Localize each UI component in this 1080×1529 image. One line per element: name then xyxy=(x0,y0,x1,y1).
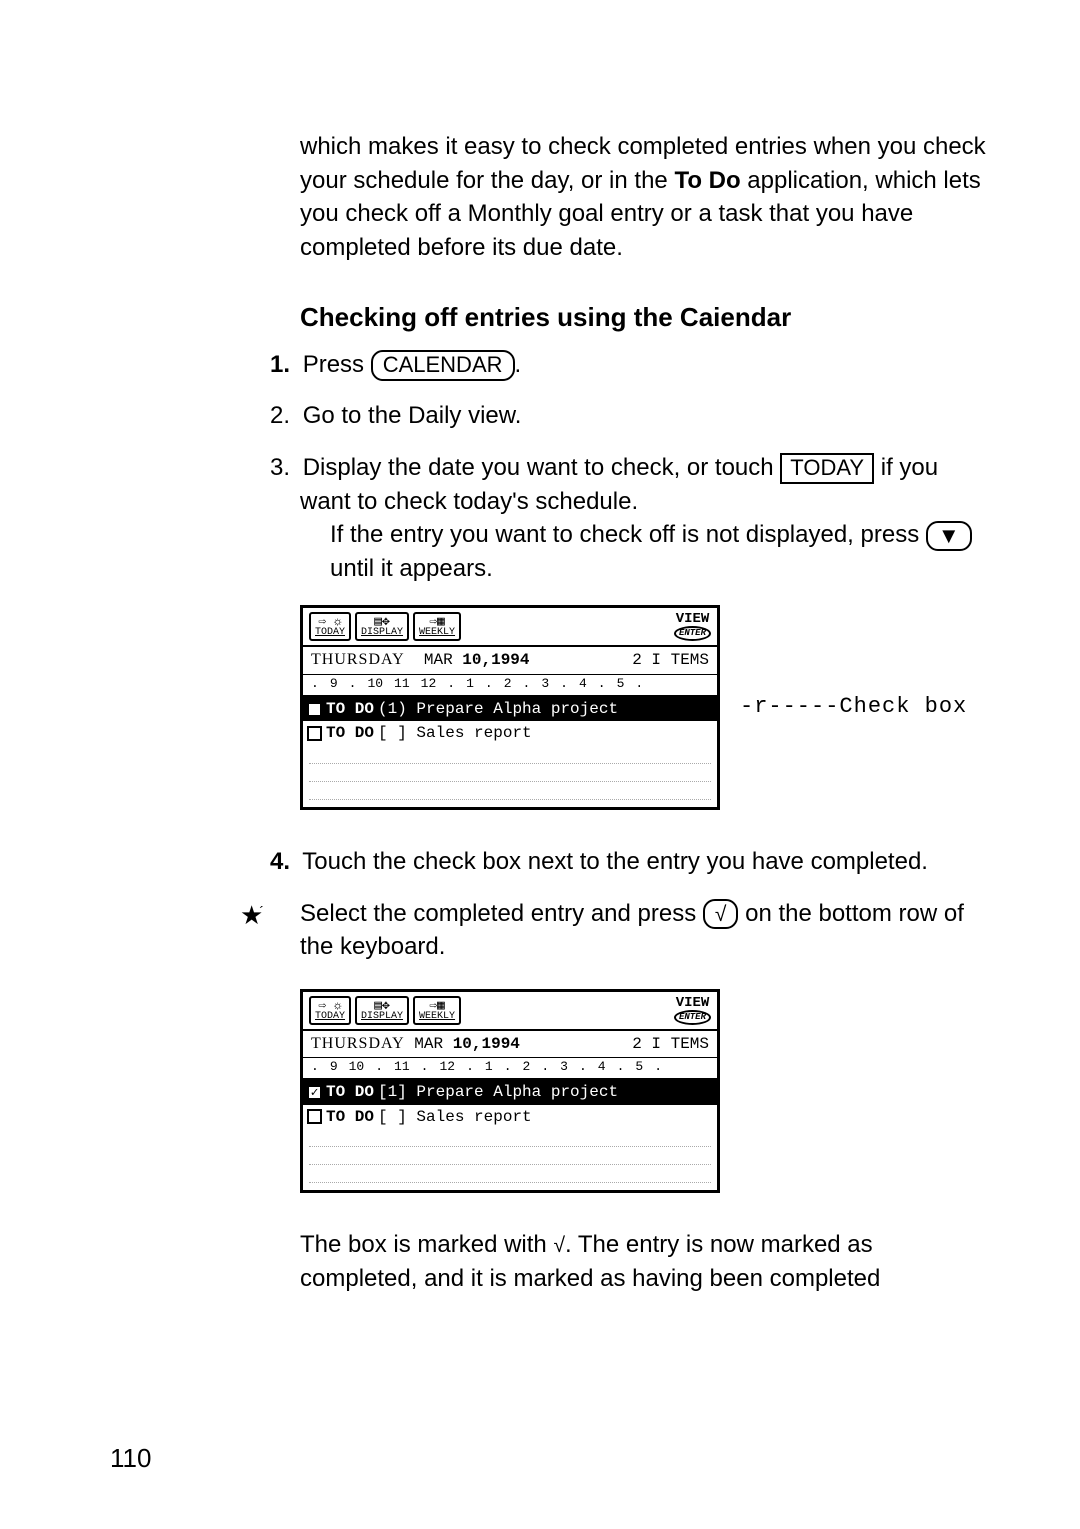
empty-row xyxy=(309,1147,711,1165)
items-count: 2 I TEMS xyxy=(632,1033,709,1055)
step-4-text: Touch the check box next to the entry yo… xyxy=(302,848,928,875)
time-scale: .9.101112.1.2.3.4.5. xyxy=(303,675,717,697)
screen-body: ✓ TO DO [1] Prepare Alpha project TO DO … xyxy=(303,1080,717,1190)
page-number: 110 xyxy=(110,1443,151,1474)
step-1-num: 1. xyxy=(270,351,296,378)
weekly-button[interactable]: ⇨▦WEEKLY xyxy=(413,612,461,641)
step-1-a: Press xyxy=(303,351,371,378)
empty-row xyxy=(309,782,711,800)
todo-label: TO DO xyxy=(326,1081,374,1103)
today-key: TODAY xyxy=(780,453,874,483)
display-button[interactable]: ▤✥DISPLAY xyxy=(355,612,409,641)
time-scale: .910.11.12.1.2.3.4.5. xyxy=(303,1058,717,1080)
todo-text: [ ] Sales report xyxy=(378,1106,532,1128)
step-3-c: If the entry you want to check off is no… xyxy=(330,521,926,548)
check-key: √ xyxy=(703,899,739,929)
todo-row-1[interactable]: ✓ TO DO [1] Prepare Alpha project xyxy=(303,1080,717,1104)
empty-row xyxy=(309,764,711,782)
empty-row xyxy=(309,746,711,764)
step-2-num: 2. xyxy=(270,402,296,429)
date-year: 10,1994 xyxy=(453,1035,520,1053)
closing-a: The box is marked with xyxy=(300,1231,553,1258)
todo-text: (1) Prepare Alpha project xyxy=(378,698,618,720)
calendar-key: CALENDAR xyxy=(371,350,515,380)
device-screen-1: ⇨ ☼TODAY ▤✥DISPLAY ⇨▦WEEKLY VIEWENTER TH… xyxy=(300,605,720,810)
todo-label: TO DO xyxy=(326,722,374,744)
toolbar: ⇨ ☼TODAY ▤✥DISPLAY ⇨▦WEEKLY VIEWENTER xyxy=(303,992,717,1031)
step-1: 1. Press CALENDAR. xyxy=(300,348,990,382)
date-year: 10,1994 xyxy=(462,651,529,669)
star-icon: ★´ xyxy=(240,897,272,964)
weekly-button[interactable]: ⇨▦WEEKLY xyxy=(413,996,461,1025)
screen-body: TO DO (1) Prepare Alpha project TO DO [ … xyxy=(303,697,717,807)
todo-row-1[interactable]: TO DO (1) Prepare Alpha project xyxy=(303,697,717,721)
star-a: Select the completed entry and press xyxy=(300,900,703,927)
todo-label: TO DO xyxy=(326,1106,374,1128)
screen-header: THURSDAY MAR 10,1994 2 I TEMS xyxy=(303,647,717,674)
checkbox-1-checked[interactable]: ✓ xyxy=(307,1085,322,1100)
today-button[interactable]: ⇨ ☼TODAY xyxy=(309,996,351,1025)
step-3-num: 3. xyxy=(270,454,296,481)
weekday: THURSDAY xyxy=(311,651,405,668)
todo-label: TO DO xyxy=(326,698,374,720)
intro-paragraph: which makes it easy to check completed e… xyxy=(300,130,990,264)
display-button[interactable]: ▤✥DISPLAY xyxy=(355,996,409,1025)
month: MAR xyxy=(424,651,453,669)
screen-header: THURSDAY MAR 10,1994 2 I TEMS xyxy=(303,1031,717,1058)
todo-text: [ ] Sales report xyxy=(378,722,532,744)
step-3-d: until it appears. xyxy=(330,555,493,582)
toolbar: ⇨ ☼TODAY ▤✥DISPLAY ⇨▦WEEKLY VIEWENTER xyxy=(303,608,717,647)
step-1-b: . xyxy=(515,351,522,378)
step-3: 3. Display the date you want to check, o… xyxy=(300,451,990,585)
intro-bold: To Do xyxy=(674,167,740,194)
step-3-a: Display the date you want to check, or t… xyxy=(303,454,781,481)
checkbox-1[interactable] xyxy=(307,702,322,717)
weekday: THURSDAY xyxy=(311,1035,405,1052)
today-button[interactable]: ⇨ ☼TODAY xyxy=(309,612,351,641)
screenshot-1-wrapper: ⇨ ☼TODAY ▤✥DISPLAY ⇨▦WEEKLY VIEWENTER TH… xyxy=(300,605,990,810)
screenshot-2-wrapper: ⇨ ☼TODAY ▤✥DISPLAY ⇨▦WEEKLY VIEWENTER TH… xyxy=(300,989,990,1194)
closing-paragraph: The box is marked with √. The entry is n… xyxy=(300,1228,990,1295)
step-2: 2. Go to the Daily view. xyxy=(300,399,990,433)
month: MAR xyxy=(414,1035,443,1053)
check-mark: √ xyxy=(553,1234,565,1257)
todo-row-2[interactable]: TO DO [ ] Sales report xyxy=(303,1105,717,1129)
step-2-text: Go to the Daily view. xyxy=(303,402,522,429)
items-count: 2 I TEMS xyxy=(632,649,709,671)
device-screen-2: ⇨ ☼TODAY ▤✥DISPLAY ⇨▦WEEKLY VIEWENTER TH… xyxy=(300,989,720,1194)
step-4: 4. Touch the check box next to the entry… xyxy=(300,845,990,879)
todo-row-2[interactable]: TO DO [ ] Sales report xyxy=(303,721,717,745)
checkbox-2[interactable] xyxy=(307,726,322,741)
empty-row xyxy=(309,1129,711,1147)
view-button[interactable]: VIEWENTER xyxy=(674,612,711,641)
down-arrow-key: ▼ xyxy=(926,521,972,551)
callout-checkbox: -r-----Check box xyxy=(740,692,967,723)
view-button[interactable]: VIEWENTER xyxy=(674,996,711,1025)
empty-row xyxy=(309,1165,711,1183)
section-title: Checking off entries using the Caiendar xyxy=(300,299,990,335)
todo-text: [1] Prepare Alpha project xyxy=(378,1081,618,1103)
star-tip: ★´ Select the completed entry and press … xyxy=(300,897,990,964)
step-4-num: 4. xyxy=(270,848,296,875)
checkbox-2[interactable] xyxy=(307,1109,322,1124)
